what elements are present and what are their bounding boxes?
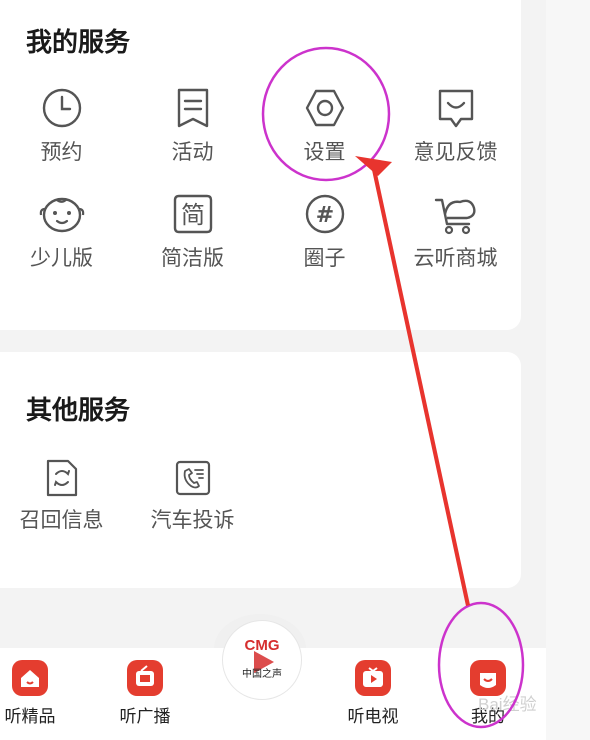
hashtag-icon: # — [305, 194, 344, 234]
hexagon-settings-icon — [305, 89, 344, 127]
service-circle[interactable]: # 圈子 — [259, 192, 390, 272]
tab-tv[interactable]: 听电视 — [344, 660, 402, 727]
home-icon — [12, 660, 48, 696]
service-activity[interactable]: 活动 — [127, 86, 258, 166]
bookmark-list-icon — [177, 88, 208, 128]
clock-icon — [42, 88, 81, 128]
service-label: 设置 — [303, 140, 346, 164]
service-feedback[interactable]: 意见反馈 — [390, 86, 521, 166]
service-recall-info[interactable]: 召回信息 — [0, 458, 127, 534]
recall-document-icon — [46, 459, 77, 497]
other-services-title: 其他服务 — [26, 396, 131, 426]
tab-label: 听广播 — [119, 707, 171, 727]
service-label: 召回信息 — [19, 508, 104, 532]
phone-complaint-icon — [175, 460, 210, 496]
service-settings[interactable]: 设置 — [259, 86, 390, 166]
center-play-button[interactable]: CMG 中国之声 — [222, 620, 302, 700]
service-mall[interactable]: 云听商城 — [390, 192, 521, 272]
service-label: 汽车投诉 — [150, 508, 235, 532]
tab-radio[interactable]: 听广播 — [116, 660, 174, 727]
service-car-complaint[interactable]: 汽车投诉 — [127, 458, 258, 534]
hashtag-glyph: # — [315, 203, 333, 228]
service-reservation[interactable]: 预约 — [0, 86, 127, 166]
simple-mode-icon: 简 — [173, 194, 212, 234]
service-label: 圈子 — [303, 246, 346, 270]
radio-icon — [127, 660, 163, 696]
tab-featured[interactable]: 听精品 — [2, 660, 58, 727]
center-subtitle: 中国之声 — [242, 669, 282, 680]
tab-label: 听电视 — [347, 707, 399, 727]
my-services-title: 我的服务 — [26, 28, 131, 58]
service-kids[interactable]: 少儿版 — [0, 192, 127, 272]
my-services-card: 我的服务 预约 活动 设置 意见反馈 少儿版 简 简洁版 # 圈子 云听商城 — [0, 0, 521, 330]
service-simple-mode[interactable]: 简 简洁版 — [127, 192, 258, 272]
service-label: 意见反馈 — [413, 140, 498, 164]
service-label: 云听商城 — [413, 246, 498, 270]
shopping-cart-icon — [434, 198, 476, 235]
simple-mode-glyph: 简 — [181, 201, 205, 229]
watermark: Bai经验 — [478, 695, 537, 714]
service-label: 预约 — [40, 140, 83, 164]
right-margin — [546, 0, 590, 740]
tv-play-icon — [355, 660, 391, 696]
service-label: 少儿版 — [30, 246, 93, 270]
tab-label: 听精品 — [4, 707, 56, 727]
service-label: 活动 — [171, 140, 214, 164]
feedback-icon — [438, 89, 473, 128]
service-label: 简洁版 — [161, 246, 224, 270]
baby-face-icon — [39, 197, 84, 233]
other-services-card: 其他服务 召回信息 汽车投诉 — [0, 352, 521, 588]
